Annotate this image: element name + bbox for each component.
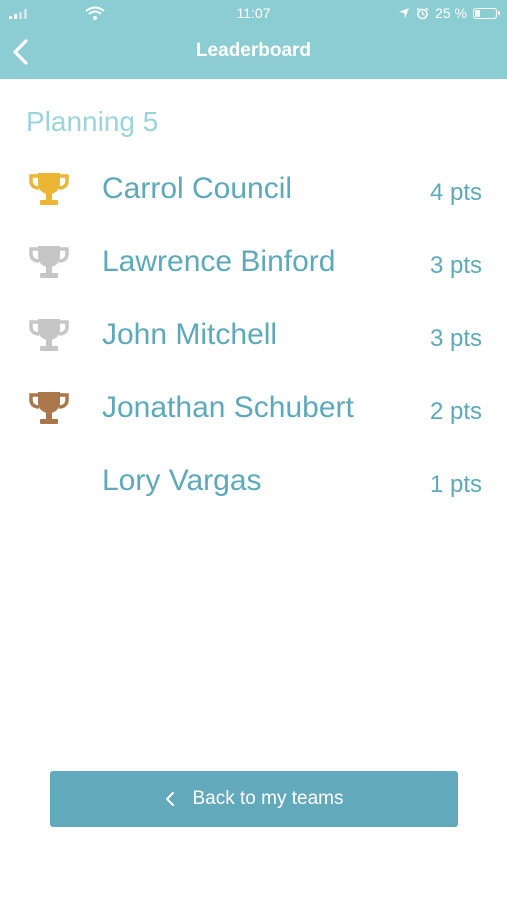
player-name: Jonathan Schubert xyxy=(102,391,354,424)
silver-trophy-icon xyxy=(29,319,69,351)
leaderboard-row: Jonathan Schubert 2 pts xyxy=(0,373,507,446)
nav-bar: Leaderboard xyxy=(0,26,507,79)
chevron-left-icon xyxy=(165,792,174,806)
player-points: 3 pts xyxy=(429,325,482,352)
gold-trophy-icon xyxy=(29,173,69,205)
player-name: Lory Vargas xyxy=(102,464,262,497)
status-bar: 11:07 25 % xyxy=(0,0,507,26)
player-name: Lawrence Binford xyxy=(102,245,336,278)
player-points: 2 pts xyxy=(429,398,482,425)
bronze-trophy-icon xyxy=(29,392,69,424)
player-name: Carrol Council xyxy=(102,172,293,205)
player-name: John Mitchell xyxy=(102,318,278,351)
leaderboard-row: Lory Vargas 1 pts xyxy=(0,446,507,519)
battery-level-fill xyxy=(475,9,480,17)
page-title: Leaderboard xyxy=(195,40,312,61)
status-right: 25 % xyxy=(398,4,500,22)
leaderboard-list: Carrol Council 4 pts Lawrence Binford 3 … xyxy=(0,154,507,519)
battery-percent: 25 % xyxy=(435,5,467,21)
leaderboard-row: Lawrence Binford 3 pts xyxy=(0,227,507,300)
location-icon xyxy=(399,8,410,18)
player-points: 4 pts xyxy=(429,179,482,206)
leaderboard-row: John Mitchell 3 pts xyxy=(0,300,507,373)
back-to-teams-button[interactable]: Back to my teams xyxy=(50,771,458,827)
battery-icon xyxy=(473,7,500,19)
silver-trophy-icon xyxy=(29,246,69,278)
top-bar: 11:07 25 % Leaderboard xyxy=(0,0,507,79)
alarm-icon xyxy=(416,6,429,19)
leaderboard-row: Carrol Council 4 pts xyxy=(0,154,507,227)
team-name: Planning 5 xyxy=(26,106,159,137)
back-to-teams-label: Back to my teams xyxy=(192,788,344,809)
player-points: 3 pts xyxy=(429,252,482,279)
player-points: 1 pts xyxy=(429,471,482,498)
